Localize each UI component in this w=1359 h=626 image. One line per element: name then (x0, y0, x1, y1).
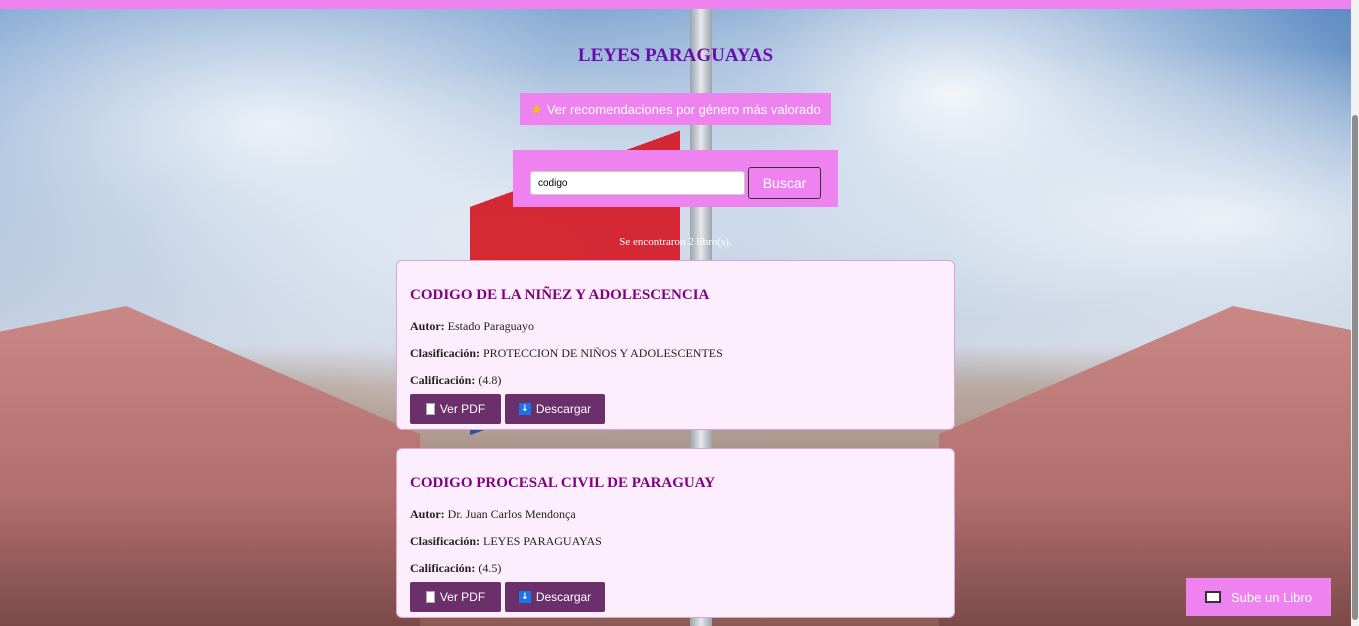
rating-value: (4.8) (478, 373, 502, 387)
page-title: LEYES PARAGUAYAS (577, 45, 774, 66)
book-classification: Clasificación: PROTECCION DE NIÑOS Y ADO… (410, 346, 723, 361)
view-pdf-label: Ver PDF (439, 402, 486, 416)
book-title: CODIGO PROCESAL CIVIL DE PARAGUAY (410, 475, 716, 491)
download-icon: ↓ (518, 591, 531, 603)
recommendations-label: Ver recomendaciones por género más valor… (546, 101, 821, 117)
book-card: CODIGO DE LA NIÑEZ Y ADOLESCENCIA Autor:… (396, 260, 955, 430)
view-pdf-button[interactable]: Ver PDF (410, 394, 501, 424)
classification-label: Clasificación: (410, 346, 480, 360)
download-label: Descargar (535, 402, 592, 416)
star-icon: ★ (530, 100, 543, 117)
classification-value: LEYES PARAGUAYAS (483, 534, 602, 548)
author-label: Autor: (410, 507, 445, 521)
scrollbar[interactable] (1351, 0, 1359, 626)
rating-value: (4.5) (478, 561, 502, 575)
rating-label: Calificación: (410, 373, 476, 387)
scrollbar-thumb[interactable] (1352, 115, 1358, 620)
search-input[interactable] (530, 171, 745, 195)
document-icon (425, 591, 435, 603)
author-label: Autor: (410, 319, 445, 333)
document-icon (425, 403, 435, 415)
upload-book-button[interactable]: Sube un Libro (1186, 578, 1331, 616)
book-card: CODIGO PROCESAL CIVIL DE PARAGUAY Autor:… (396, 448, 955, 618)
rating-label: Calificación: (410, 561, 476, 575)
book-author: Autor: Estado Paraguayo (410, 319, 534, 334)
book-rating: Calificación: (4.5) (410, 561, 501, 576)
book-classification: Clasificación: LEYES PARAGUAYAS (410, 534, 602, 549)
search-form: Buscar (513, 150, 838, 207)
book-title: CODIGO DE LA NIÑEZ Y ADOLESCENCIA (410, 287, 710, 303)
classification-value: PROTECCION DE NIÑOS Y ADOLESCENTES (483, 346, 723, 360)
download-button[interactable]: ↓ Descargar (505, 582, 605, 612)
result-count: Se encontraron 2 libro(s). (619, 236, 732, 248)
author-value: Dr. Juan Carlos Mendonça (447, 507, 576, 521)
search-button[interactable]: Buscar (748, 167, 821, 199)
classification-label: Clasificación: (410, 534, 480, 548)
view-pdf-label: Ver PDF (439, 590, 486, 604)
download-label: Descargar (535, 590, 592, 604)
recommendations-button[interactable]: ★ Ver recomendaciones por género más val… (520, 93, 831, 125)
book-rating: Calificación: (4.8) (410, 373, 501, 388)
book-author: Autor: Dr. Juan Carlos Mendonça (410, 507, 576, 522)
book-icon (1205, 591, 1222, 603)
author-value: Estado Paraguayo (447, 319, 534, 333)
download-icon: ↓ (518, 403, 531, 415)
top-accent-bar (0, 0, 1351, 9)
view-pdf-button[interactable]: Ver PDF (410, 582, 501, 612)
download-button[interactable]: ↓ Descargar (505, 394, 605, 424)
upload-label: Sube un Libro (1231, 589, 1312, 605)
